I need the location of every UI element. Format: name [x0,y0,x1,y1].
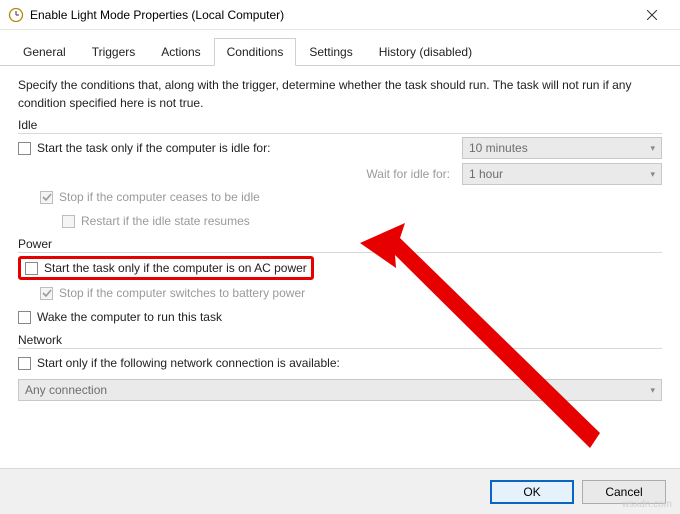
checkbox-stop-if-not-idle [40,191,53,204]
dialog-footer: OK Cancel [0,468,680,514]
checkbox-network-available[interactable] [18,357,31,370]
section-idle-heading: Idle [18,118,662,134]
label-start-if-idle: Start the task only if the computer is i… [37,141,270,155]
label-stop-if-not-idle: Stop if the computer ceases to be idle [59,190,260,204]
chevron-down-icon: ▾ [650,385,655,396]
combo-network-connection-value: Any connection [25,383,107,397]
ok-button[interactable]: OK [490,480,574,504]
combo-idle-duration-value: 10 minutes [469,141,528,155]
checkbox-restart-if-idle [62,215,75,228]
tab-panel-conditions: Specify the conditions that, along with … [0,66,680,411]
tab-actions[interactable]: Actions [148,38,213,66]
ok-button-label: OK [523,485,540,499]
checkbox-stop-on-battery [40,287,53,300]
combo-idle-duration[interactable]: 10 minutes ▾ [462,137,662,159]
label-on-ac-power: Start the task only if the computer is o… [44,261,307,275]
row-stop-if-not-idle: Stop if the computer ceases to be idle [18,185,662,209]
checkbox-start-if-idle[interactable] [18,142,31,155]
row-restart-if-idle: Restart if the idle state resumes [18,209,662,233]
checkbox-on-ac-power[interactable] [25,262,38,275]
tab-general[interactable]: General [10,38,79,66]
combo-wait-duration[interactable]: 1 hour ▾ [462,163,662,185]
label-wake-computer: Wake the computer to run this task [37,310,222,324]
task-scheduler-icon [8,7,24,23]
tab-settings[interactable]: Settings [296,38,365,66]
checkbox-wake-computer[interactable] [18,311,31,324]
cancel-button-label: Cancel [605,485,642,499]
section-power-heading: Power [18,237,662,253]
row-on-ac-power: Start the task only if the computer is o… [18,255,662,281]
row-stop-on-battery: Stop if the computer switches to battery… [18,281,662,305]
highlight-ac-power: Start the task only if the computer is o… [18,256,314,280]
label-wait-for-idle: Wait for idle for: [18,167,462,181]
chevron-down-icon: ▾ [650,169,655,180]
row-start-if-idle: Start the task only if the computer is i… [18,136,462,160]
tab-history[interactable]: History (disabled) [366,38,485,66]
row-network-available: Start only if the following network conn… [18,351,662,375]
row-wake-computer: Wake the computer to run this task [18,305,662,329]
tab-triggers[interactable]: Triggers [79,38,149,66]
label-stop-on-battery: Stop if the computer switches to battery… [59,286,305,300]
combo-wait-duration-value: 1 hour [469,167,503,181]
label-network-available: Start only if the following network conn… [37,356,340,370]
chevron-down-icon: ▾ [650,143,655,154]
combo-network-connection[interactable]: Any connection ▾ [18,379,662,401]
titlebar: Enable Light Mode Properties (Local Comp… [0,0,680,30]
section-network-heading: Network [18,333,662,349]
close-icon [647,10,657,20]
window-title: Enable Light Mode Properties (Local Comp… [30,8,632,22]
tab-conditions[interactable]: Conditions [214,38,297,66]
conditions-description: Specify the conditions that, along with … [18,76,662,112]
close-button[interactable] [632,1,672,29]
label-restart-if-idle: Restart if the idle state resumes [81,214,250,228]
watermark: wsxdn.com [622,499,672,510]
tabstrip: General Triggers Actions Conditions Sett… [0,30,680,66]
